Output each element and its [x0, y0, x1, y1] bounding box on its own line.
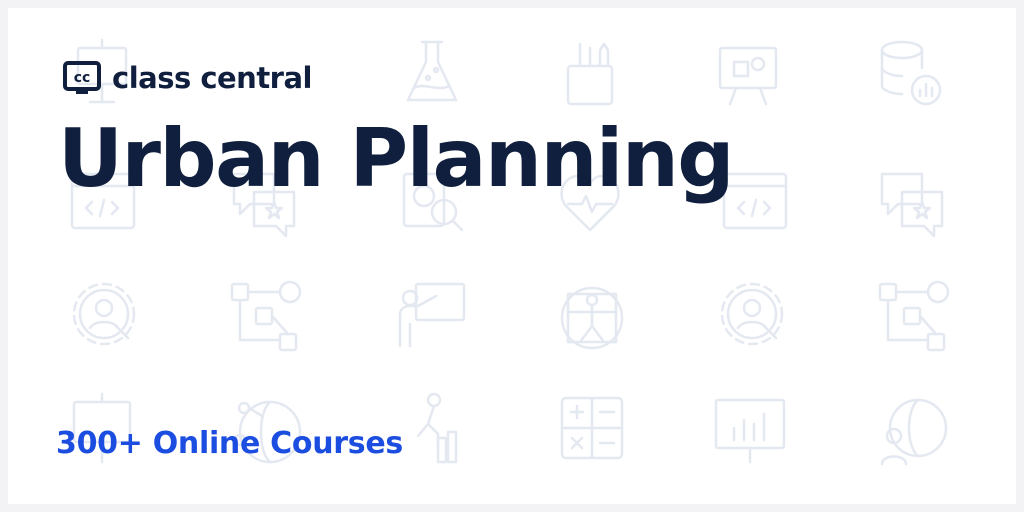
- course-count[interactable]: 300+ Online Courses: [56, 426, 403, 461]
- page-title: Urban Planning: [58, 112, 735, 205]
- flask-icon: [406, 40, 458, 102]
- flowchart-icon-2: [878, 280, 950, 352]
- brand-name: class central: [112, 61, 313, 95]
- calculator-icon: [560, 396, 624, 460]
- class-central-logo[interactable]: cc class central: [62, 60, 313, 96]
- climber-icon: [416, 392, 458, 464]
- cc-logo-icon: cc: [63, 61, 101, 94]
- flowchart-icon: [230, 280, 302, 352]
- bar-chart-board-icon: [714, 398, 786, 464]
- gear-person-icon-2: [720, 282, 784, 346]
- code-window-icon-2: [722, 172, 788, 230]
- vitruvian-man-icon: [560, 286, 624, 350]
- teacher-board-icon: [398, 282, 466, 348]
- chat-star-icon-2: [880, 172, 944, 238]
- globe-person-icon: [880, 398, 948, 466]
- database-chart-icon: [880, 40, 942, 106]
- cc-logo-mark-text: cc: [74, 70, 91, 86]
- gear-person-icon: [72, 282, 136, 346]
- pencil-cup-icon: [566, 42, 614, 106]
- easel-shapes-icon: [718, 46, 778, 106]
- banner-card: cc class central Urban Planning 300+ Onl…: [8, 8, 1016, 504]
